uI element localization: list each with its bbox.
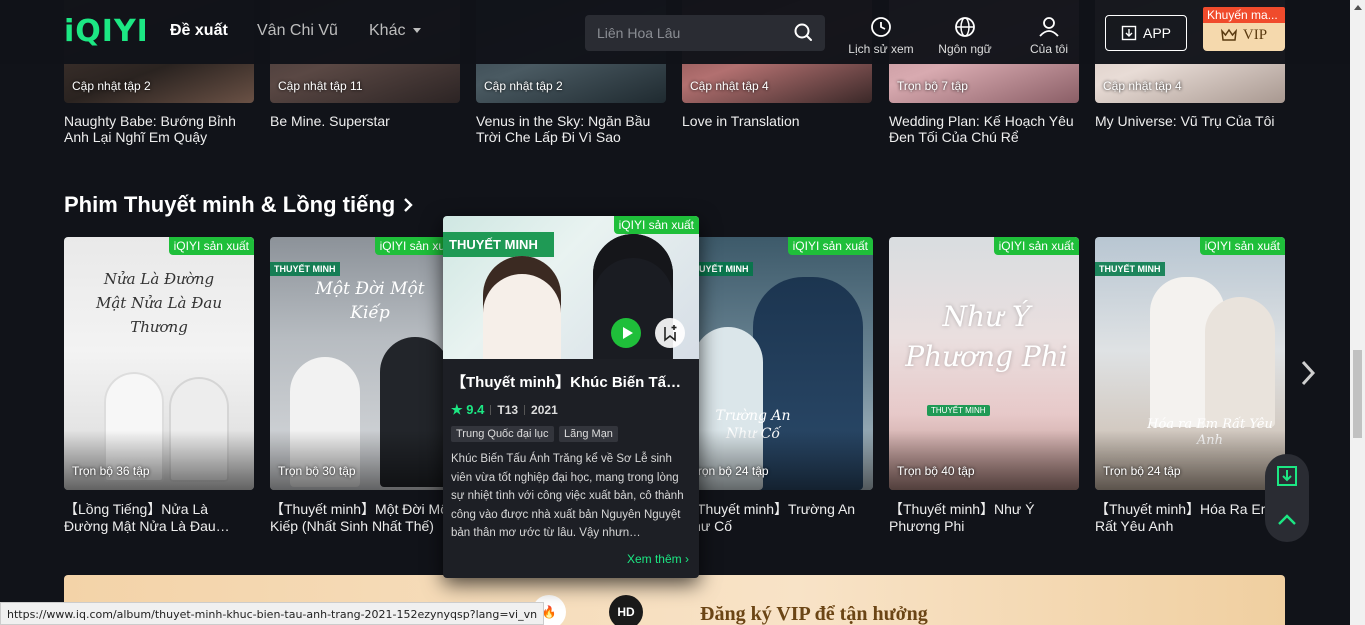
chevron-right-icon[interactable] — [1298, 358, 1318, 388]
language-label: Ngôn ngữ — [938, 42, 992, 56]
bookmark-add-icon — [664, 325, 677, 342]
crown-icon — [1220, 28, 1237, 41]
profile-button[interactable]: Của tôi — [1009, 16, 1089, 56]
top-card-title[interactable]: Venus in the Sky: Ngăn Bầu Trời Che Lấp … — [476, 113, 666, 145]
chevron-right-icon: › — [685, 552, 689, 566]
movie-card[interactable]: Nửa Là Đường Mật Nửa Là Đau Thương iQIYI… — [64, 237, 254, 490]
chevron-right-icon[interactable] — [402, 196, 414, 214]
episode-count: Trọn bộ 36 tập — [72, 464, 150, 478]
episode-badge: Trọn bộ 7 tập — [897, 79, 968, 93]
episode-count: Trọn bộ 24 tập — [691, 464, 769, 478]
back-to-top-icon[interactable] — [1265, 498, 1309, 542]
episode-badge: Cập nhật tập 11 — [278, 79, 363, 93]
link-status-bar: https://www.iq.com/album/thuyet-minh-khu… — [0, 602, 545, 625]
promo-badge: Khuyến ma... — [1203, 7, 1285, 23]
profile-label: Của tôi — [1029, 42, 1069, 56]
hd-icon: HD — [609, 595, 643, 625]
genre-tag[interactable]: Trung Quốc đại lục — [451, 426, 554, 442]
iqiyi-logo[interactable]: iQIYI — [64, 14, 149, 49]
section-title[interactable]: Phim Thuyết minh & Lồng tiếng — [64, 192, 395, 218]
play-icon — [623, 327, 633, 339]
search-button[interactable] — [781, 15, 825, 51]
language-button[interactable]: Ngôn ngữ — [925, 16, 1005, 56]
episode-badge: Cập nhật tập 2 — [484, 79, 563, 93]
page-scrollbar[interactable] — [1350, 0, 1365, 625]
card-title[interactable]: 【Thuyết minh】Trường An Như Cố — [683, 501, 873, 535]
preview-figure — [483, 256, 561, 359]
scroll-up-icon[interactable] — [1354, 5, 1362, 10]
nav-recommended[interactable]: Đề xuất — [170, 22, 228, 40]
nav-van-chi-vu[interactable]: Vân Chi Vũ — [257, 22, 338, 40]
hover-preview-card[interactable]: THUYẾT MINH iQIYI sản xuất 【Thuyết minh】… — [443, 216, 699, 578]
history-button[interactable]: Lịch sử xem — [841, 16, 921, 56]
episode-count: Trọn bộ 24 tập — [1103, 464, 1181, 478]
play-button[interactable] — [611, 318, 641, 348]
top-card-title[interactable]: Love in Translation — [682, 113, 872, 129]
see-more-label: Xem thêm — [626, 552, 682, 566]
top-card-title[interactable]: Wedding Plan: Kế Hoạch Yêu Đen Tối Của C… — [889, 113, 1079, 145]
card-title[interactable]: 【Thuyết minh】Như Ý Phương Phi — [889, 501, 1079, 535]
top-card-title[interactable]: My Universe: Vũ Trụ Của Tôi — [1095, 113, 1285, 129]
nav-more[interactable]: Khác — [369, 22, 421, 40]
dub-tag: THUYẾT MINH — [927, 405, 990, 416]
movie-card[interactable]: THUYẾT MINH Hóa ra Em Rất Yêu Anh iQIYI … — [1095, 237, 1285, 490]
nav-more-label: Khác — [369, 22, 406, 39]
episode-count: Trọn bộ 40 tập — [897, 464, 975, 478]
production-badge: iQIYI sản xuất — [1199, 237, 1285, 255]
preview-description: Khúc Biến Tấu Ánh Trăng kể về Sơ Lễ sinh… — [451, 453, 684, 539]
production-badge: iQIYI sản xuất — [613, 216, 699, 234]
globe-icon — [955, 17, 975, 37]
app-download-button[interactable]: APP — [1105, 15, 1187, 51]
dub-tag: THUYẾT MINH — [443, 232, 554, 257]
search-input[interactable] — [585, 15, 780, 51]
poster-figure — [1205, 297, 1275, 427]
episode-badge: Cập nhật tập 4 — [1103, 79, 1182, 93]
production-badge: iQIYI sản xuất — [168, 237, 254, 255]
top-card-title[interactable]: Be Mine. Superstar — [270, 113, 460, 129]
search-icon — [794, 23, 812, 41]
user-icon — [1039, 17, 1059, 37]
production-badge: iQIYI sản xuất — [787, 237, 873, 255]
movie-card[interactable]: THUYẾT MINH Trường An Như Cố iQIYI sản x… — [683, 237, 873, 490]
app-label: APP — [1142, 25, 1171, 41]
genre-tag[interactable]: Lãng Mạn — [559, 426, 618, 442]
floating-tools — [1265, 454, 1309, 542]
clock-icon — [871, 17, 891, 37]
movie-card[interactable]: Như Ý Phương Phi THUYẾT MINH iQIYI sản x… — [889, 237, 1079, 490]
poster-art: Như Ý Phương Phi — [905, 300, 1068, 373]
top-card-title[interactable]: Naughty Babe: Bướng Bỉnh Anh Lại Nghĩ Em… — [64, 113, 254, 145]
caret-down-icon — [412, 28, 421, 34]
history-label: Lịch sử xem — [848, 42, 914, 56]
see-more-link[interactable]: Xem thêm › — [627, 552, 689, 566]
dub-tag: THUYẾT MINH — [1095, 262, 1165, 276]
episode-badge: Cập nhật tập 2 — [72, 79, 151, 93]
add-to-list-button[interactable] — [655, 318, 685, 348]
rating: ★ 9.4 — [451, 402, 484, 418]
preview-title[interactable]: 【Thuyết minh】Khúc Biến Tấ… — [451, 371, 691, 392]
download-icon — [1121, 25, 1137, 41]
preview-image[interactable]: THUYẾT MINH iQIYI sản xuất — [443, 216, 699, 359]
poster-art: Nửa Là Đường Mật Nửa Là Đau Thương — [96, 270, 222, 336]
movie-card[interactable]: THUYẾT MINH Một Đời Một Kiếp iQIYI sản x… — [270, 237, 460, 490]
episode-badge: Cập nhật tập 4 — [690, 79, 769, 93]
rating-value: 9.4 — [466, 402, 485, 417]
poster-art: Một Đời Một Kiếp — [315, 279, 425, 323]
production-badge: iQIYI sản xuất — [993, 237, 1079, 255]
release-year: 2021 — [531, 403, 558, 417]
dub-tag: THUYẾT MINH — [270, 262, 340, 276]
banner-text: Đăng ký VIP để tận hưởng — [700, 603, 928, 625]
card-title[interactable]: 【Thuyết minh】Một Đời Một Kiếp (Nhất Sinh… — [270, 501, 460, 535]
star-icon: ★ — [451, 402, 467, 417]
download-icon[interactable] — [1265, 454, 1309, 498]
vip-label: VIP — [1242, 26, 1268, 43]
card-title[interactable]: 【Thuyết minh】Hóa Ra Em Rất Yêu Anh — [1095, 501, 1285, 535]
top-header: iQIYI Đề xuất Vân Chi Vũ Khác Lịch sử xe… — [0, 0, 1350, 64]
search-bar — [585, 15, 825, 51]
episode-count: Trọn bộ 30 tập — [278, 464, 356, 478]
card-title[interactable]: 【Lồng Tiếng】Nửa Là Đường Mật Nửa Là Đau… — [64, 501, 254, 535]
scroll-thumb[interactable] — [1353, 350, 1362, 438]
preview-meta: ★ 9.4 T13 2021 — [451, 402, 558, 418]
age-rating: T13 — [497, 403, 519, 417]
